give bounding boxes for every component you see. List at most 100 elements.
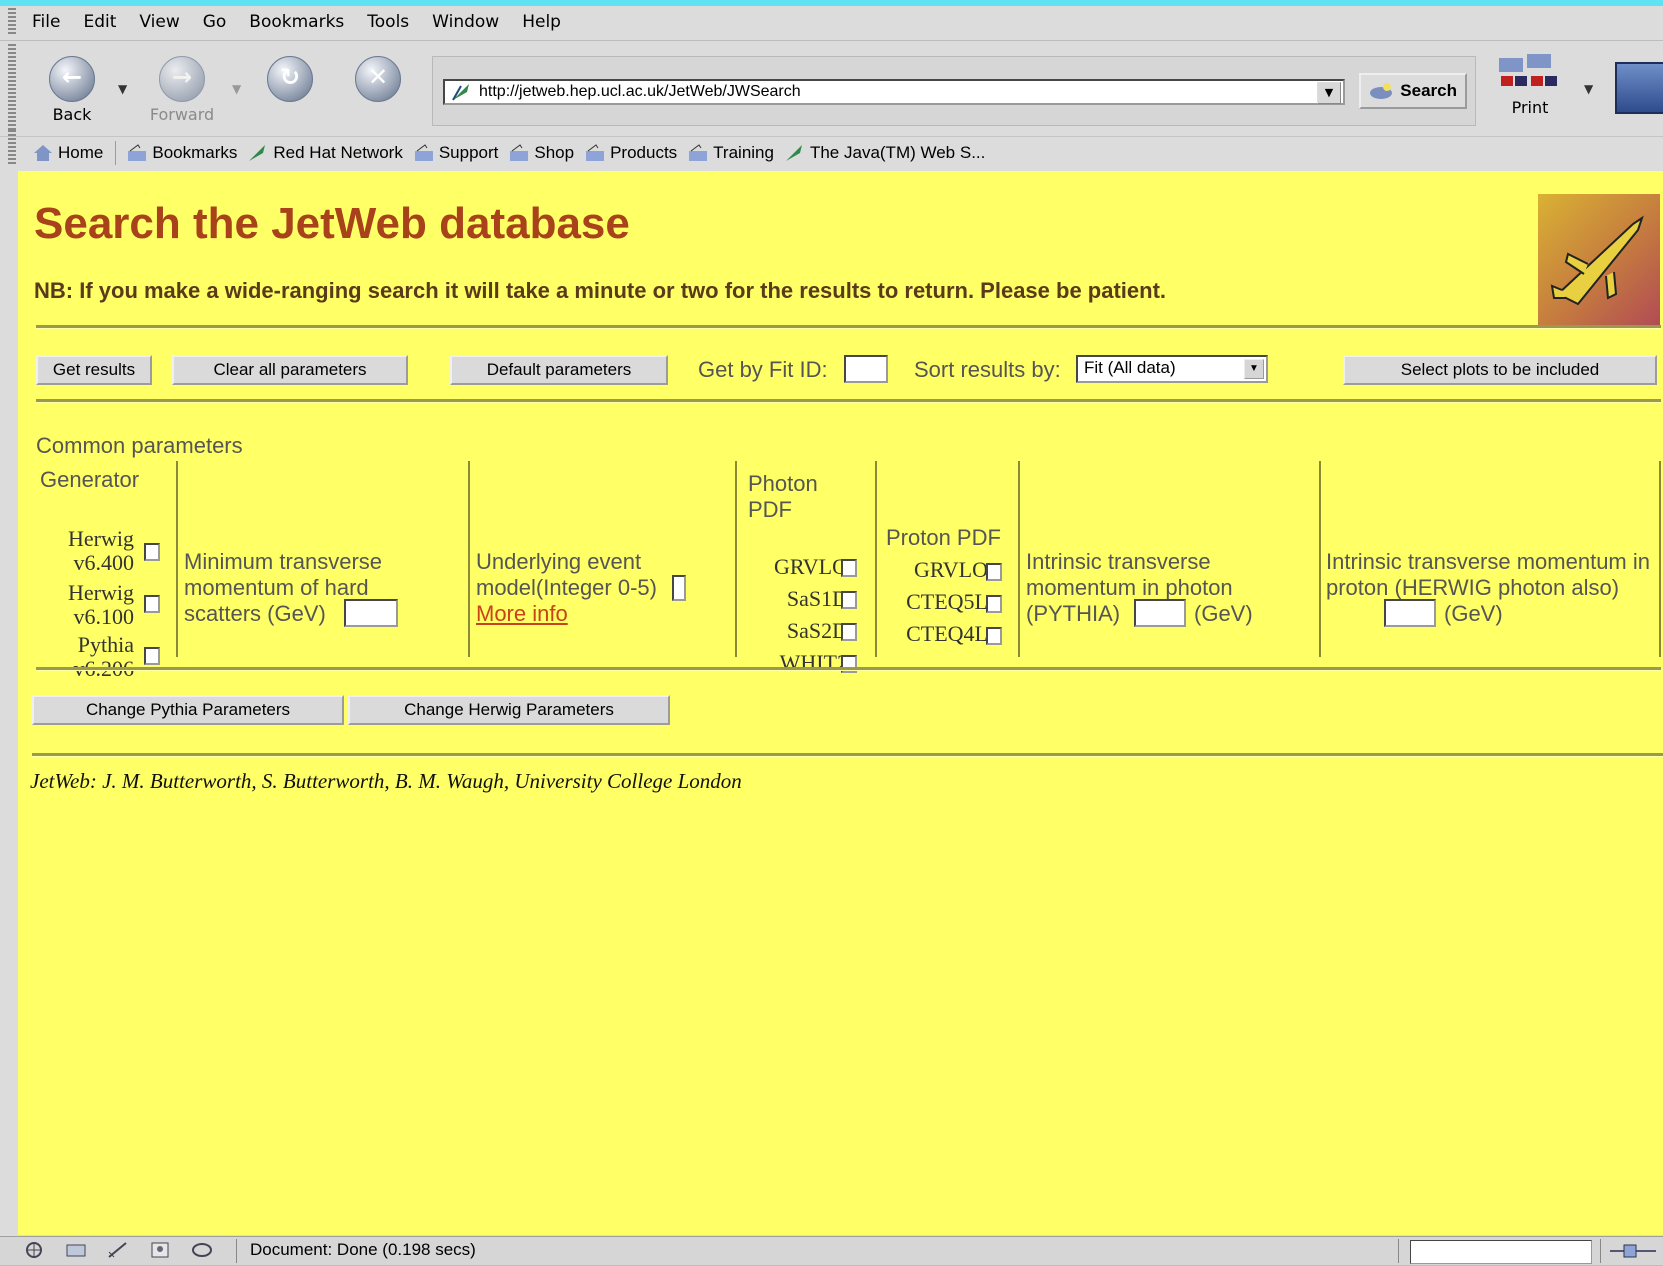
printer-icon [1499, 54, 1557, 86]
back-arrow-icon: ← [49, 56, 95, 102]
photon-pdf-whit2-label: WHIT2 [779, 650, 848, 675]
mail-icon[interactable] [64, 1240, 88, 1260]
forward-label: Forward [149, 105, 215, 124]
bookmark-support[interactable]: Support [413, 141, 499, 165]
menu-edit[interactable]: Edit [83, 12, 127, 32]
divider [32, 753, 1663, 757]
default-parameters-button[interactable]: Default parameters [450, 355, 668, 385]
bookmark-red-hat-network-label: Red Hat Network [273, 143, 403, 162]
fit-id-input[interactable] [844, 355, 888, 383]
divider [36, 399, 1661, 403]
bookmark-shop[interactable]: Shop [508, 141, 574, 165]
get-results-button[interactable]: Get results [36, 355, 152, 385]
page-title: Search the JetWeb database [34, 199, 630, 248]
menu-tools[interactable]: Tools [367, 12, 420, 32]
min-pt-input[interactable] [344, 599, 398, 627]
print-dropdown[interactable]: ▼ [1584, 82, 1593, 96]
proton-grvlo-checkbox[interactable] [986, 563, 1002, 581]
underlying-event-input[interactable] [672, 575, 686, 601]
proton-pdf-label: Proton PDF [886, 525, 1001, 550]
stop-button[interactable]: ✕ [342, 50, 414, 122]
folder-icon [689, 144, 708, 161]
more-info-link[interactable]: More info [476, 601, 568, 627]
generator-name: Herwig [68, 526, 134, 551]
underlying-event-label: Underlying event model(Integer 0-5) [476, 549, 657, 600]
bookmark-java-web-start[interactable]: The Java(TM) Web S... [784, 141, 985, 165]
column-divider [1018, 461, 1020, 657]
composer-icon[interactable] [106, 1240, 130, 1260]
forward-history-dropdown[interactable]: ▼ [232, 82, 241, 96]
print-button[interactable]: Print [1490, 50, 1570, 120]
clear-all-parameters-button[interactable]: Clear all parameters [172, 355, 408, 385]
bookmark-bookmarks[interactable]: Bookmarks [126, 141, 237, 165]
proton-pdf-cteq4l-label: CTEQ4L [906, 621, 988, 646]
folder-icon [510, 144, 529, 161]
proton-cteq4l-checkbox[interactable] [986, 627, 1002, 645]
photon-grvlo-checkbox[interactable] [841, 559, 857, 577]
pythia-6206-checkbox[interactable] [144, 647, 160, 665]
intrinsic-proton-label: Intrinsic transverse momentum in proton … [1326, 549, 1650, 600]
menu-go[interactable]: Go [203, 12, 238, 32]
generator-name: Pythia [77, 632, 134, 657]
menu-window[interactable]: Window [432, 12, 510, 32]
generator-version: v6.400 [73, 550, 135, 575]
back-label: Back [52, 105, 92, 124]
search-button[interactable]: Search [1359, 73, 1467, 109]
generator-name: Herwig [68, 580, 134, 605]
back-button[interactable]: ← Back [36, 50, 108, 124]
chevron-down-icon: ▼ [1244, 359, 1264, 379]
intrinsic-photon-input[interactable] [1134, 599, 1186, 627]
reload-button[interactable]: ↻ [254, 50, 326, 122]
page-content: Search the JetWeb database NB: If you ma… [18, 171, 1663, 1235]
sort-results-select[interactable]: Fit (All data) ▼ [1076, 355, 1268, 383]
photon-sas1d-checkbox[interactable] [841, 591, 857, 609]
select-plots-button[interactable]: Select plots to be included [1343, 355, 1657, 385]
security-lock-icon[interactable] [1606, 1241, 1660, 1261]
photon-sas2d-checkbox[interactable] [841, 623, 857, 641]
herwig-6400-checkbox[interactable] [144, 543, 160, 561]
bookmark-red-hat-network[interactable]: Red Hat Network [247, 141, 403, 165]
bookmark-java-label: The Java(TM) Web S... [809, 143, 986, 162]
menu-view[interactable]: View [139, 12, 190, 32]
back-history-dropdown[interactable]: ▼ [118, 82, 127, 96]
menu-help[interactable]: Help [522, 12, 572, 32]
bookmark-leaf-icon [785, 145, 802, 161]
url-input[interactable] [479, 81, 1299, 103]
irc-icon[interactable] [190, 1240, 214, 1260]
bookmark-bookmarks-label: Bookmarks [152, 143, 238, 162]
intrinsic-proton-unit: (GeV) [1444, 601, 1503, 626]
navigator-icon[interactable] [22, 1240, 46, 1260]
bookmark-shop-label: Shop [534, 143, 575, 162]
location-bar-container: ▼ Search [432, 56, 1476, 126]
divider [36, 325, 1661, 329]
status-separator [1398, 1239, 1399, 1263]
column-divider [1319, 461, 1321, 657]
forward-button[interactable]: → Forward [146, 50, 218, 124]
patience-notice: NB: If you make a wide-ranging search it… [34, 278, 1167, 303]
menu-bookmarks[interactable]: Bookmarks [249, 12, 355, 32]
home-icon [34, 145, 52, 161]
herwig-6100-checkbox[interactable] [144, 595, 160, 613]
change-herwig-parameters-button[interactable]: Change Herwig Parameters [348, 695, 670, 725]
forward-arrow-icon: → [159, 56, 205, 102]
bookmark-training[interactable]: Training [687, 141, 774, 165]
generator-version: v6.100 [73, 604, 135, 629]
status-separator [1600, 1239, 1601, 1263]
bookmark-products[interactable]: Products [584, 141, 677, 165]
mozilla-logo-icon[interactable] [1615, 62, 1663, 114]
url-field[interactable]: ▼ [443, 79, 1345, 105]
change-pythia-parameters-button[interactable]: Change Pythia Parameters [32, 695, 344, 725]
addressbook-icon[interactable] [148, 1240, 172, 1260]
page-proxy-icon[interactable] [451, 82, 471, 102]
generator-herwig-6100-label: Herwig v6.100 [40, 581, 134, 629]
bookmark-support-label: Support [438, 143, 499, 162]
proton-cteq5l-checkbox[interactable] [986, 595, 1002, 613]
jetweb-plane-logo [1538, 194, 1660, 328]
column-divider [735, 461, 737, 657]
menu-bar: File Edit View Go Bookmarks Tools Window… [0, 6, 1663, 41]
url-history-dropdown[interactable]: ▼ [1317, 82, 1341, 104]
menu-file[interactable]: File [32, 12, 71, 32]
bookmark-home[interactable]: Home [32, 141, 103, 165]
intrinsic-proton-input[interactable] [1384, 599, 1436, 627]
credits-footer: JetWeb: J. M. Butterworth, S. Butterwort… [30, 769, 742, 793]
